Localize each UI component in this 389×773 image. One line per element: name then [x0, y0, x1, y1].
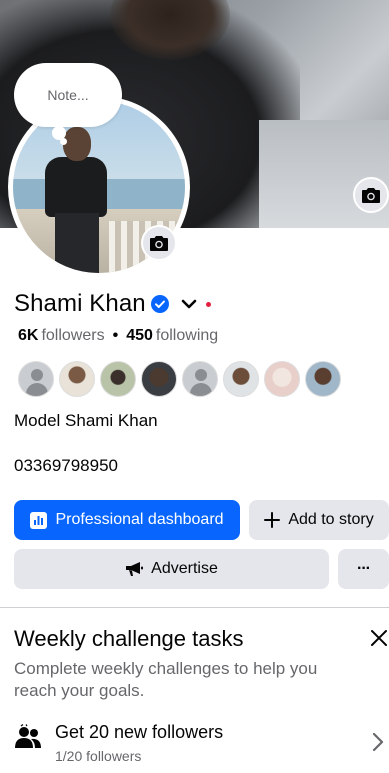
follower-avatar[interactable]	[141, 361, 177, 397]
follow-stats: 6K followers • 450 following	[18, 327, 218, 345]
profile-name: Shami Khan	[14, 290, 146, 317]
followers-count[interactable]: 6K	[18, 327, 38, 345]
follower-avatar[interactable]	[264, 361, 300, 397]
profile-name-row: Shami Khan	[14, 287, 211, 321]
camera-icon	[150, 236, 168, 251]
megaphone-icon	[126, 562, 144, 576]
chevron-down-icon[interactable]	[181, 296, 197, 312]
follower-avatar[interactable]	[18, 361, 54, 397]
add-to-story-label: Add to story	[288, 511, 374, 528]
follower-avatar[interactable]	[182, 361, 218, 397]
weekly-challenge-title: Weekly challenge tasks	[14, 626, 244, 651]
follower-avatar[interactable]	[305, 361, 341, 397]
more-icon: ···	[357, 560, 371, 577]
edit-profile-picture-camera-button[interactable]	[141, 225, 177, 261]
task-progress: 1/20 followers	[55, 748, 142, 764]
camera-icon	[362, 188, 380, 203]
add-to-story-button[interactable]: Add to story	[249, 500, 389, 540]
people-icon	[15, 724, 41, 748]
chevron-right-icon	[372, 732, 384, 752]
professional-dashboard-label: Professional dashboard	[55, 511, 224, 528]
note-placeholder: Note...	[47, 87, 89, 103]
weekly-challenge-description: Complete weekly challenges to help you r…	[14, 659, 318, 700]
task-title: Get 20 new followers	[55, 722, 224, 742]
follower-avatar[interactable]	[59, 361, 95, 397]
note-bubble[interactable]: Note...	[14, 63, 122, 127]
follower-avatars[interactable]	[18, 361, 346, 397]
verified-badge-icon	[150, 295, 169, 313]
notification-dot	[205, 301, 211, 307]
dashboard-icon	[30, 511, 48, 529]
section-divider	[0, 607, 389, 608]
following-label[interactable]: following	[156, 327, 218, 345]
follower-avatar[interactable]	[100, 361, 136, 397]
profile-bio: Model Shami Khan	[14, 411, 158, 430]
follower-avatar[interactable]	[223, 361, 259, 397]
challenge-task-item[interactable]: Get 20 new followers 1/20 followers	[14, 720, 389, 768]
advertise-button[interactable]: Advertise	[14, 549, 329, 589]
advertise-label: Advertise	[151, 560, 218, 577]
plus-icon	[264, 512, 281, 528]
more-options-button[interactable]: ···	[338, 549, 389, 589]
close-icon[interactable]	[370, 629, 388, 647]
profile-phone: 03369798950	[14, 456, 119, 475]
stats-separator: •	[112, 327, 119, 344]
edit-cover-camera-button[interactable]	[353, 177, 389, 213]
followers-label[interactable]: followers	[41, 327, 104, 345]
note-bubble-tail-small	[60, 138, 67, 145]
professional-dashboard-button[interactable]: Professional dashboard	[14, 500, 240, 540]
following-count[interactable]: 450	[126, 327, 153, 345]
